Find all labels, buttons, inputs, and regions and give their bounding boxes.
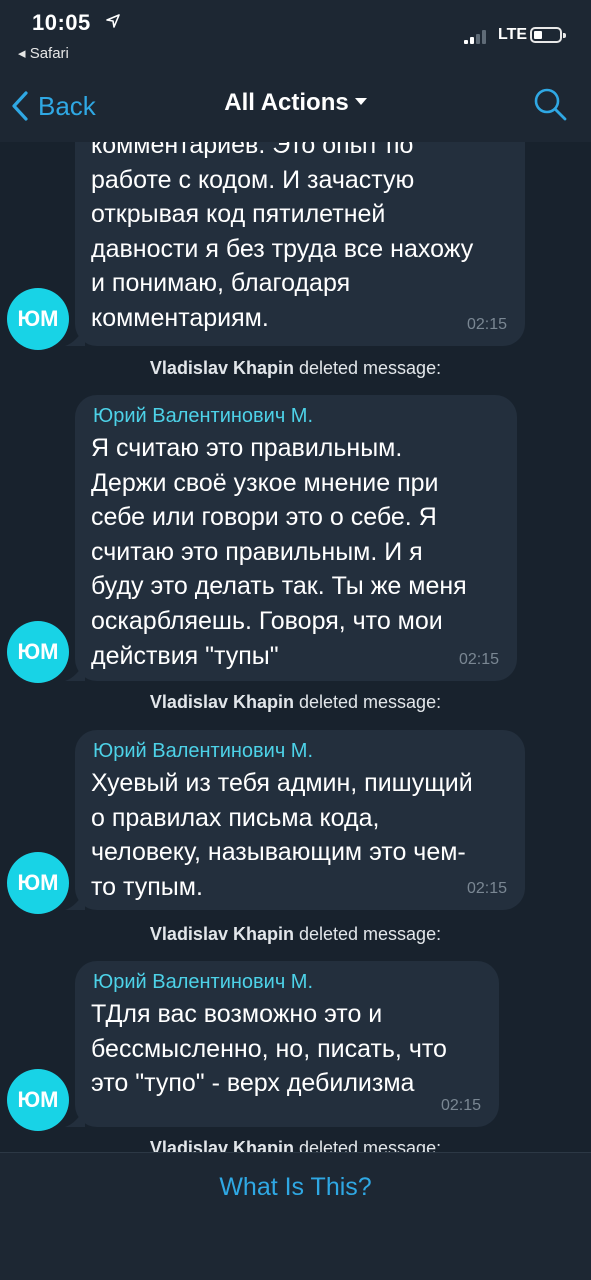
deleted-message-notice: Vladislav Khapin deleted message:	[0, 358, 591, 379]
message-bubble[interactable]: Юрий Валентинович М. Хуевый из тебя адми…	[65, 730, 525, 910]
message-text: ТДля вас возможно это и бессмысленно, но…	[91, 1000, 447, 1098]
sender-name[interactable]: Юрий Валентинович М.	[93, 405, 313, 428]
bottom-bar: What Is This?	[0, 1152, 591, 1280]
navigation-bar: Back All Actions	[0, 70, 591, 142]
avatar[interactable]: ЮМ	[7, 621, 69, 683]
status-bar: 10:05 ◂ Safari LTE	[0, 0, 591, 70]
message-list[interactable]: комментариев. Это опыт по работе с кодом…	[0, 142, 591, 1152]
avatar[interactable]: ЮМ	[7, 288, 69, 350]
caret-down-icon	[354, 98, 367, 106]
avatar[interactable]: ЮМ	[7, 852, 69, 914]
deleted-actor: Vladislav Khapin	[149, 1138, 294, 1152]
title-dropdown[interactable]: All Actions	[0, 89, 591, 117]
network-type: LTE	[498, 26, 528, 43]
message-text: комментариев. Это опыт по работе с кодом…	[91, 142, 474, 332]
what-is-this-button[interactable]: What Is This?	[0, 1173, 591, 1202]
deleted-actor: Vladislav Khapin	[149, 924, 294, 944]
page-title: All Actions	[224, 89, 349, 116]
deleted-action: deleted message:	[298, 1138, 442, 1152]
message-bubble[interactable]: комментариев. Это опыт по работе с кодом…	[65, 142, 525, 346]
deleted-action: deleted message:	[298, 358, 442, 378]
message-bubble[interactable]: Юрий Валентинович М. ТДля вас возможно э…	[65, 961, 499, 1127]
deleted-message-notice: Vladislav Khapin deleted message:	[0, 1138, 591, 1152]
status-time: 10:05	[32, 10, 91, 35]
sender-name[interactable]: Юрий Валентинович М.	[93, 740, 313, 763]
message-time: 02:15	[466, 316, 507, 333]
bubble-tail	[65, 1107, 85, 1127]
message-bubble[interactable]: Юрий Валентинович М. Я считаю это правил…	[65, 395, 517, 681]
bubble-tail	[65, 326, 85, 346]
deleted-actor: Vladislav Khapin	[149, 692, 294, 712]
message-text: Я считаю это правильным. Держи своё узко…	[91, 434, 467, 670]
battery-icon	[530, 27, 566, 43]
deleted-message-notice: Vladislav Khapin deleted message:	[0, 692, 591, 713]
signal-strength-icon	[464, 28, 494, 44]
message-time: 02:15	[466, 880, 507, 897]
back-to-app[interactable]: ◂ Safari	[18, 44, 69, 62]
deleted-message-notice: Vladislav Khapin deleted message:	[0, 924, 591, 945]
sender-name[interactable]: Юрий Валентинович М.	[93, 971, 313, 994]
message-text: Хуевый из тебя админ, пишущий о правилах…	[91, 769, 473, 901]
deleted-action: deleted message:	[298, 924, 442, 944]
message-time: 02:15	[458, 651, 499, 668]
location-arrow-icon	[106, 14, 120, 28]
bubble-tail	[65, 890, 85, 910]
search-icon[interactable]	[532, 86, 568, 122]
bubble-tail	[65, 661, 85, 681]
message-time: 02:15	[440, 1097, 481, 1114]
deleted-actor: Vladislav Khapin	[149, 358, 294, 378]
deleted-action: deleted message:	[298, 692, 442, 712]
avatar[interactable]: ЮМ	[7, 1069, 69, 1131]
